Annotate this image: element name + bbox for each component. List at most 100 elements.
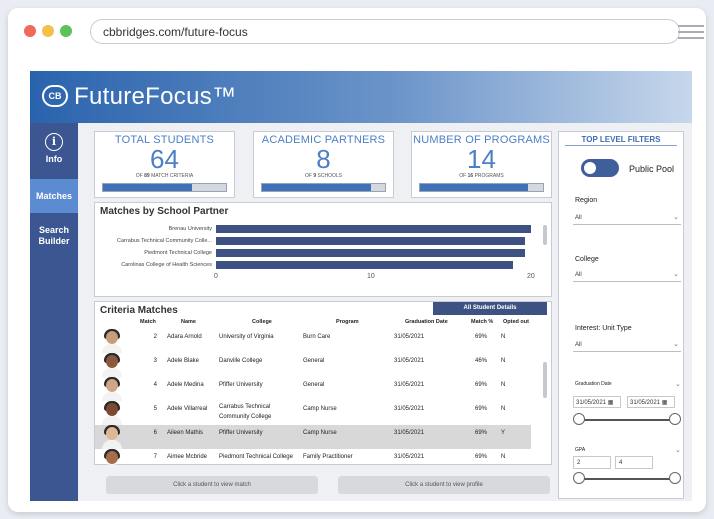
- chevron-down-icon[interactable]: ⌄: [675, 446, 681, 454]
- cell-college: Carrabus Technical: [219, 404, 271, 410]
- toggle-knob: [584, 162, 596, 174]
- cell-opted-out: N: [501, 358, 506, 364]
- calendar-icon[interactable]: ▦: [662, 400, 668, 406]
- public-pool-toggle[interactable]: [581, 159, 619, 177]
- report-header: CB FutureFocus™: [30, 71, 692, 123]
- cell-match-pct: 69%: [474, 382, 487, 388]
- filters-title: TOP LEVEL FILTERS: [581, 135, 661, 144]
- bar[interactable]: [216, 237, 526, 245]
- cell-program: General: [303, 382, 325, 388]
- brand-title: FutureFocus™: [74, 83, 237, 110]
- cell-match-pct: 69%: [474, 406, 487, 412]
- browser-toolbar: cbbridges.com/future-focus: [8, 8, 706, 56]
- region-dropdown[interactable]: All ⌄: [573, 212, 681, 225]
- kpi-subtitle: OF 89 MATCH CRITERIA: [135, 173, 194, 179]
- cell-match: 2: [153, 334, 157, 340]
- view-profile-button[interactable]: Click a student to view profile: [338, 476, 550, 494]
- chart-scrollbar[interactable]: [543, 225, 547, 245]
- close-window-dot[interactable]: [24, 25, 36, 37]
- slider-thumb-max[interactable]: [669, 413, 681, 425]
- chevron-down-icon[interactable]: ⌄: [675, 380, 681, 388]
- cell-opted-out: Y: [501, 430, 506, 436]
- cell-program: General: [303, 358, 325, 364]
- dropdown-value: All: [575, 342, 582, 348]
- gpa-slider[interactable]: [579, 478, 675, 480]
- view-match-button[interactable]: Click a student to view match: [106, 476, 318, 494]
- cell-match-pct: 46%: [474, 358, 487, 364]
- chevron-down-icon: ⌄: [673, 271, 679, 278]
- bar[interactable]: [216, 225, 532, 233]
- cell-program: Burn Care: [303, 334, 331, 340]
- slider-thumb-min[interactable]: [573, 472, 585, 484]
- maximize-window-dot[interactable]: [60, 25, 72, 37]
- col-header-graduation-date[interactable]: Graduation Date: [405, 319, 448, 325]
- interest-label: Interest: Unit Type: [575, 325, 632, 332]
- kpi-progress-bar: [261, 183, 386, 192]
- graduation-date-to[interactable]: 31/05/2021 ▦: [627, 396, 675, 408]
- table-row[interactable]: 6 Aileen Mathis Pfiffer University Camp Nur…: [95, 425, 531, 449]
- filters-divider: [565, 145, 677, 146]
- col-header-name[interactable]: Name: [181, 319, 196, 325]
- kpi-progress-bar: [102, 183, 227, 192]
- kpi-subtitle: OF 16 PROGRAMS: [459, 173, 504, 179]
- col-header-program[interactable]: Program: [336, 319, 359, 325]
- kpi-progress-bar: [419, 183, 544, 192]
- report-canvas: CB FutureFocus™ i Info Matches Search Bu…: [30, 71, 692, 501]
- cell-graduation-date: 31/05/2021: [394, 334, 425, 340]
- col-header-opted-out[interactable]: Opted out: [503, 319, 529, 325]
- toggle-label: Public Pool: [629, 164, 675, 174]
- tab-all-student-details[interactable]: All Student Details: [433, 302, 547, 315]
- minimize-window-dot[interactable]: [42, 25, 54, 37]
- cell-college: Piedmont Technical College: [219, 454, 293, 460]
- cell-program: Camp Nurse: [303, 406, 337, 412]
- student-avatar: [101, 329, 123, 353]
- cell-program: Family Practitioner: [303, 454, 353, 460]
- cell-match-pct: 69%: [474, 454, 487, 460]
- bar[interactable]: [216, 261, 514, 269]
- col-header-match[interactable]: Match: [140, 319, 156, 325]
- graduation-date-label: Graduation Date: [575, 381, 612, 387]
- gpa-min-input[interactable]: 2: [573, 456, 611, 469]
- date-value: 31/05/2021: [576, 400, 607, 406]
- graduation-date-from[interactable]: 31/05/2021 ▦: [573, 396, 621, 408]
- interest-dropdown[interactable]: All ⌄: [573, 339, 681, 352]
- slider-thumb-min[interactable]: [573, 413, 585, 425]
- address-bar[interactable]: cbbridges.com/future-focus: [90, 19, 680, 44]
- kpi-subtitle: OF 9 SCHOOLS: [305, 173, 342, 179]
- sidebar-item-info[interactable]: i Info: [30, 133, 78, 173]
- x-tick-label: 20: [527, 273, 535, 280]
- cell-opted-out: N: [501, 334, 506, 340]
- sidebar-item-search-builder[interactable]: Search Builder: [30, 225, 78, 251]
- table-row[interactable]: 7 Aimee Mcbride Piedmont Technical College…: [95, 449, 531, 465]
- college-dropdown[interactable]: All ⌄: [573, 269, 681, 282]
- table-row[interactable]: 2 Adara Arnold University of Virginia Burn …: [95, 329, 531, 353]
- chevron-down-icon: ⌄: [673, 341, 679, 348]
- table-row[interactable]: 3 Adele Blake Danville College General 31/05…: [95, 353, 531, 377]
- col-header-match-pct[interactable]: Match %: [471, 319, 493, 325]
- sidebar: i Info Matches Search Builder: [30, 123, 78, 501]
- sidebar-item-label: Matches: [35, 191, 72, 201]
- graduation-date-slider[interactable]: [579, 419, 675, 421]
- table-row[interactable]: 5 Adele Villarreal Carrabus Technical Camp …: [95, 401, 531, 425]
- table-scrollbar[interactable]: [543, 362, 547, 398]
- filters-panel: TOP LEVEL FILTERS Public Pool Region All…: [558, 131, 684, 499]
- table-row[interactable]: 4 Adele Medina Pfiffer University General 31…: [95, 377, 531, 401]
- x-tick-label: 0: [214, 273, 218, 280]
- cell-graduation-date: 31/05/2021: [394, 430, 425, 436]
- sidebar-item-matches[interactable]: Matches: [30, 179, 78, 213]
- gpa-max-input[interactable]: 4: [615, 456, 653, 469]
- bar[interactable]: [216, 249, 526, 257]
- student-avatar: [101, 449, 123, 465]
- cell-opted-out: N: [501, 382, 506, 388]
- col-header-college[interactable]: College: [252, 319, 272, 325]
- slider-thumb-max[interactable]: [669, 472, 681, 484]
- cell-college: Pfiffer University: [219, 430, 263, 436]
- cell-college: Danville College: [219, 358, 263, 364]
- criteria-matches-table: Criteria Matches All Student Details Mat…: [94, 301, 552, 465]
- cell-match: 5: [153, 406, 157, 412]
- cell-match-pct: 69%: [474, 430, 487, 436]
- calendar-icon[interactable]: ▦: [608, 400, 614, 406]
- student-avatar: [101, 425, 123, 449]
- hamburger-menu-icon[interactable]: [678, 25, 704, 39]
- cell-match-pct: 69%: [474, 334, 487, 340]
